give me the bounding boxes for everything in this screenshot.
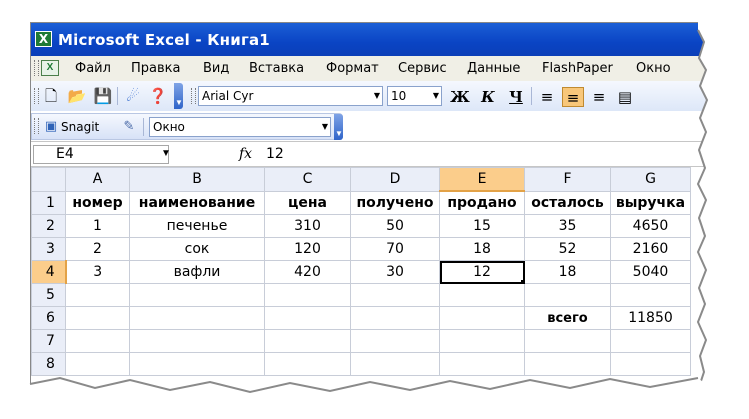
torn-edge-right [698,0,749,419]
torn-edge-overlay [0,0,749,419]
